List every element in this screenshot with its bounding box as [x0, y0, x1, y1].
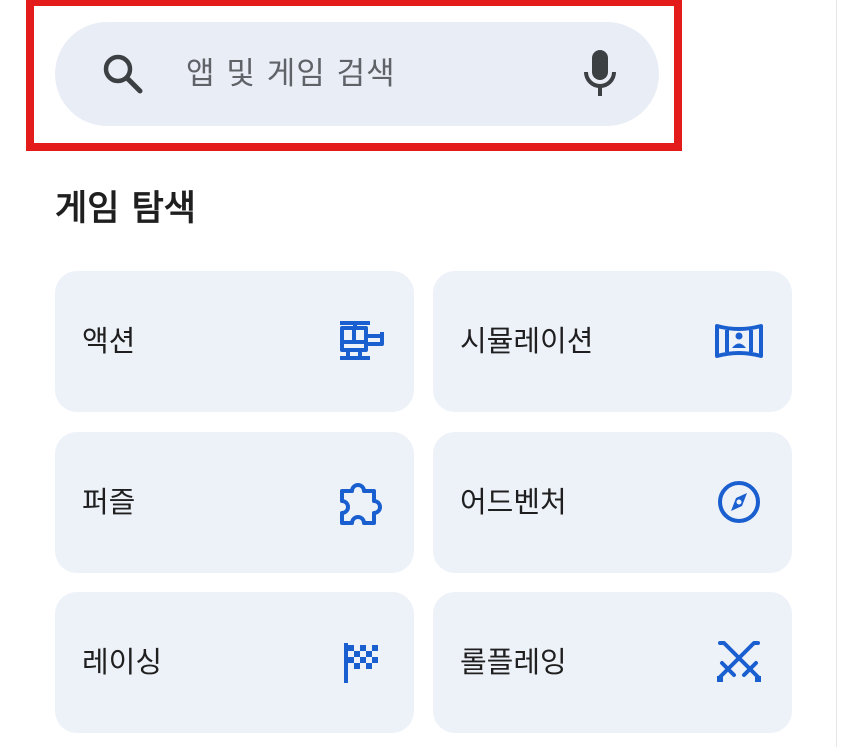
- section-title: 게임 탐색: [55, 189, 196, 229]
- category-card-adventure[interactable]: 어드벤처: [433, 432, 792, 573]
- crossed-swords-icon: [717, 641, 761, 682]
- category-card-simulation[interactable]: 시뮬레이션: [433, 271, 792, 412]
- category-label: 시뮬레이션: [460, 324, 594, 358]
- category-card-role-playing[interactable]: 롤플레잉: [433, 592, 792, 733]
- helicopter-icon: [340, 321, 384, 360]
- category-label: 레이싱: [82, 645, 163, 679]
- category-label: 퍼즐: [82, 485, 136, 519]
- checkered-flag-icon: [344, 643, 378, 683]
- category-card-action[interactable]: 액션: [55, 271, 414, 412]
- page-edge-divider: [836, 0, 837, 747]
- highlight-box: [26, 0, 682, 151]
- panorama-person-icon: [715, 324, 763, 358]
- category-label: 액션: [82, 324, 136, 358]
- category-card-racing[interactable]: 레이싱: [55, 592, 414, 733]
- category-label: 롤플레잉: [460, 645, 567, 679]
- category-label: 어드벤처: [460, 485, 567, 519]
- category-card-puzzle[interactable]: 퍼즐: [55, 432, 414, 573]
- puzzle-piece-icon: [340, 483, 382, 525]
- compass-icon: [718, 481, 760, 523]
